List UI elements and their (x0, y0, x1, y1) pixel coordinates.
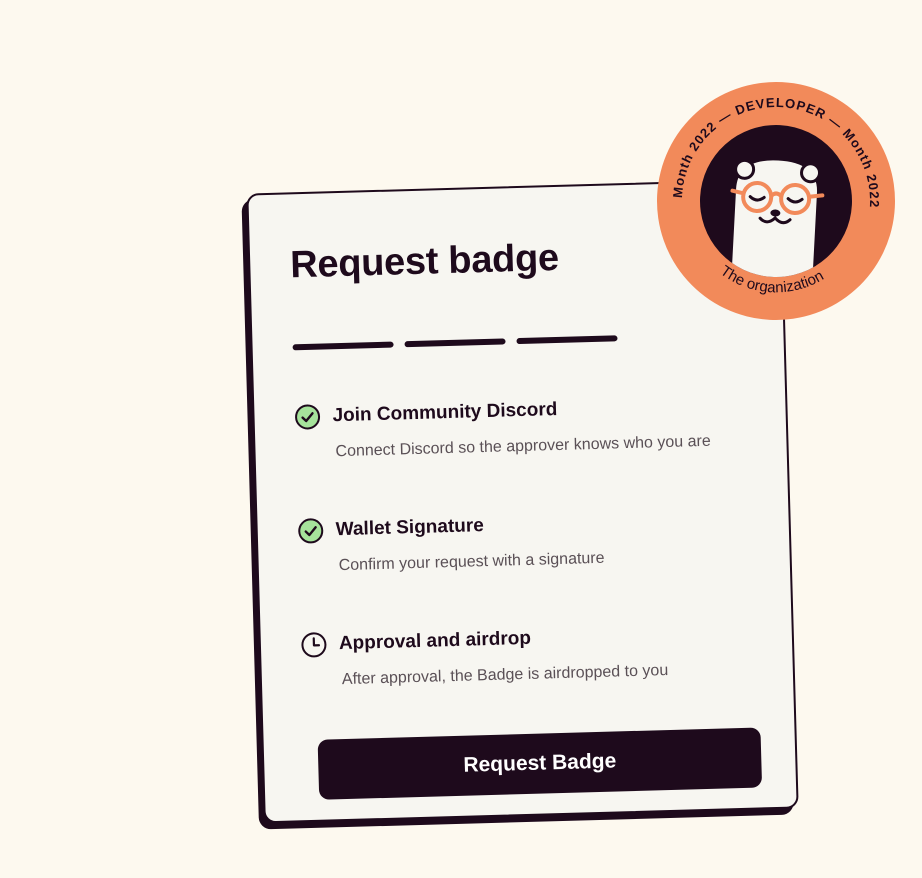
progress-segment-1 (292, 341, 394, 351)
progress-bar (292, 335, 618, 351)
check-circle-icon (297, 518, 324, 545)
step-approval-airdrop: Approval and airdrop After approval, the… (301, 622, 669, 690)
clock-icon (301, 632, 328, 659)
step-description: After approval, the Badge is airdropped … (341, 662, 669, 689)
step-wallet-signature: Wallet Signature Confirm your request wi… (297, 510, 605, 577)
step-title: Join Community Discord (332, 398, 558, 427)
progress-segment-3 (516, 335, 618, 345)
step-title: Wallet Signature (335, 515, 485, 541)
step-description: Connect Discord so the approver knows wh… (335, 432, 711, 461)
step-title: Approval and airdrop (338, 627, 532, 655)
progress-segment-2 (404, 338, 506, 348)
step-description: Confirm your request with a signature (338, 549, 605, 575)
developer-badge: Month 2022 — DEVELOPER — Month 2022 The … (650, 75, 902, 327)
step-join-discord: Join Community Discord Connect Discord s… (294, 393, 711, 463)
badge-graphic: Month 2022 — DEVELOPER — Month 2022 The … (657, 81, 895, 320)
page-title: Request badge (289, 236, 560, 287)
check-circle-icon (294, 404, 321, 431)
request-badge-button[interactable]: Request Badge (317, 727, 763, 800)
